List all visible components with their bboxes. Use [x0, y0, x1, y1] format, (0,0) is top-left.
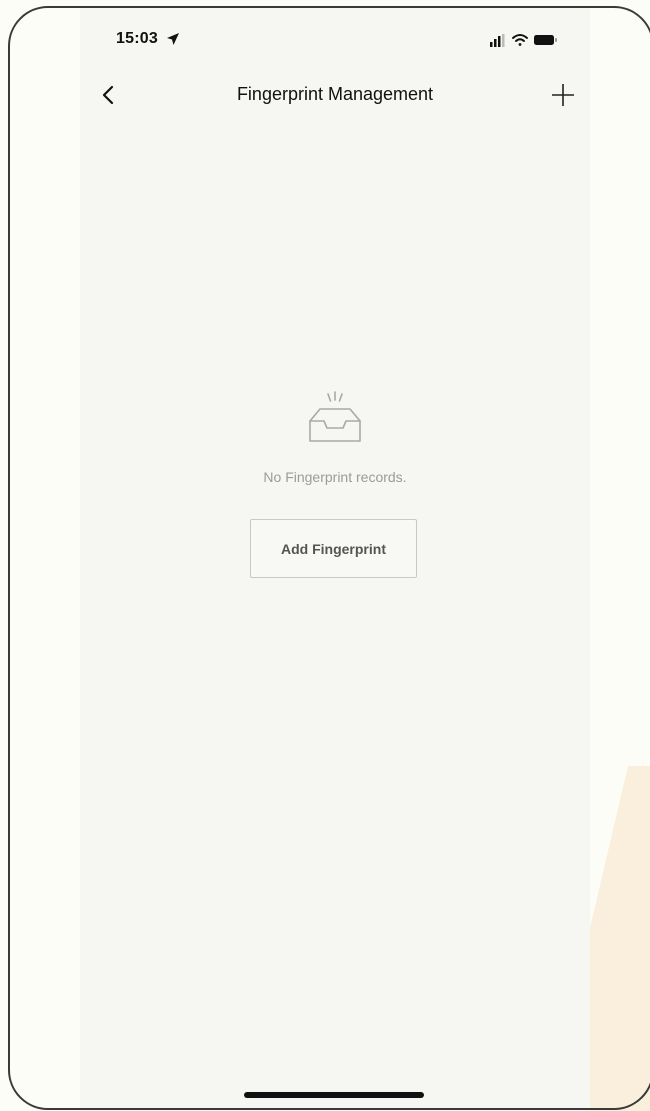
phone-frame [8, 6, 650, 1110]
page: 15:03 Fingerprint Management No Fingerpr… [0, 0, 650, 1111]
